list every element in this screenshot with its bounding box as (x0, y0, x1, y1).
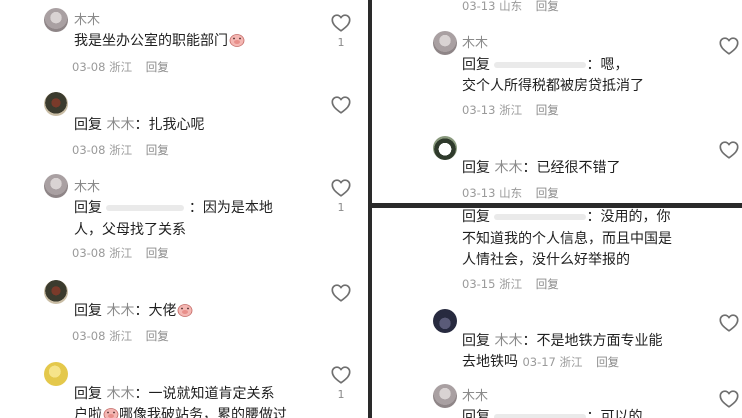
comment-text: 回复 ：没用的，你 (462, 209, 671, 225)
comment-text: 回复 木木：扎我心呢 (74, 117, 205, 133)
heart-icon[interactable] (718, 312, 740, 334)
blush-emoji-icon (177, 303, 193, 317)
redacted-username (106, 205, 185, 211)
avatar[interactable] (433, 31, 457, 55)
username[interactable]: 木木 (74, 9, 100, 28)
date: 03-17 (522, 355, 556, 369)
comment-text: 我是坐办公室的职能部门 (74, 30, 245, 52)
reply-button[interactable]: 回复 (536, 0, 559, 13)
avatar[interactable] (44, 280, 68, 304)
heart-icon[interactable] (330, 177, 352, 199)
heart-icon[interactable] (718, 388, 740, 410)
avatar[interactable] (44, 92, 68, 116)
comment-text: 回复 ：因为是本地 (74, 200, 273, 216)
date: 03-13 (462, 103, 496, 117)
avatar[interactable] (44, 8, 68, 32)
redacted-username (494, 62, 587, 68)
location: 浙江 (499, 277, 523, 291)
like-count: 1 (337, 388, 345, 401)
username[interactable]: 木木 (74, 176, 100, 195)
comment-meta: 03-08 浙江 回复 (72, 59, 169, 75)
reply-button[interactable]: 回复 (146, 60, 169, 74)
comment-meta: 03-08 浙江 回复 (72, 142, 169, 158)
comment-text: 回复 木木：大佬 (74, 300, 193, 322)
reply-button[interactable]: 回复 (146, 246, 169, 260)
heart-icon[interactable] (330, 364, 352, 386)
heart-icon[interactable] (330, 12, 352, 34)
location: 山东 (499, 0, 523, 13)
blush-emoji-icon (229, 33, 245, 47)
heart-icon[interactable] (718, 139, 740, 161)
date: 03-08 (72, 246, 106, 260)
comment-meta: 03-13 浙江 回复 (462, 102, 559, 118)
comment-text: 回复 ：可以的 (462, 409, 643, 418)
reply-button[interactable]: 回复 (536, 186, 559, 200)
reply-to-user[interactable]: 木木 (106, 303, 134, 319)
location: 浙江 (109, 246, 133, 260)
avatar[interactable] (44, 174, 68, 198)
comment-meta: 03-08 浙江 回复 (72, 245, 169, 261)
location: 山东 (499, 186, 523, 200)
location: 浙江 (499, 103, 523, 117)
comment-text-line: 人情社会，没什么好举报的 (462, 252, 630, 268)
like-count: 1 (337, 36, 345, 49)
comment-text: 回复 木木：一说就知道肯定关系 (74, 386, 275, 402)
heart-icon[interactable] (330, 282, 352, 304)
comment-meta: 03-15 浙江 回复 (462, 276, 559, 292)
comment-text: 回复 木木：已经很不错了 (462, 160, 621, 176)
blush-emoji-icon (103, 407, 119, 418)
reply-button[interactable]: 回复 (536, 103, 559, 117)
comment-text: 回复 木木：不是地铁方面专业能 (462, 333, 663, 349)
comment-text-line: 户啦 哪像我破站务，累的腰做过 (74, 404, 287, 418)
comment-meta: 03-17 浙江 回复 (522, 355, 619, 369)
avatar[interactable] (44, 362, 68, 386)
reply-to-user[interactable]: 木木 (106, 117, 134, 133)
location: 浙江 (109, 329, 133, 343)
date: 03-08 (72, 143, 106, 157)
date: 03-13 (462, 0, 496, 13)
comment-meta: 03-08 浙江 回复 (72, 328, 169, 344)
reply-button[interactable]: 回复 (596, 355, 619, 369)
avatar[interactable] (433, 384, 457, 408)
right-bottom-comment-panel: 回复 ：没用的，你 不知道我的个人信息，而且中国是 人情社会，没什么好举报的 0… (372, 208, 742, 418)
comment-text-line: 不知道我的个人信息，而且中国是 (462, 231, 672, 247)
reply-button[interactable]: 回复 (146, 329, 169, 343)
reply-to-user[interactable]: 木木 (494, 333, 522, 349)
comment-text: 回复 ：嗯， (462, 57, 629, 73)
heart-icon[interactable] (330, 94, 352, 116)
date: 03-13 (462, 186, 496, 200)
left-comment-panel: 木木 我是坐办公室的职能部门 03-08 浙江 回复 1 回复 木木：扎我心呢 … (0, 0, 368, 418)
comment-meta: 03-13 山东 回复 (462, 0, 559, 14)
comment-meta: 03-13 山东 回复 (462, 185, 559, 201)
date: 03-15 (462, 277, 496, 291)
right-top-comment-panel: 03-13 山东 回复 木木 回复 ：嗯， 交个人所得税都被房贷抵消了 03-1… (372, 0, 742, 203)
reply-button[interactable]: 回复 (146, 143, 169, 157)
redacted-username (494, 414, 587, 418)
redacted-username (494, 214, 587, 220)
location: 浙江 (559, 355, 583, 369)
date: 03-08 (72, 60, 106, 74)
heart-icon[interactable] (718, 35, 740, 57)
avatar[interactable] (433, 309, 457, 333)
comment-text-line: 人，父母找了关系 (74, 222, 186, 238)
reply-button[interactable]: 回复 (536, 277, 559, 291)
date: 03-08 (72, 329, 106, 343)
reply-to-user[interactable]: 木木 (106, 386, 134, 402)
avatar[interactable] (433, 136, 457, 160)
username[interactable]: 木木 (462, 385, 488, 404)
reply-to-user[interactable]: 木木 (494, 160, 522, 176)
username[interactable]: 木木 (462, 32, 488, 51)
like-count: 1 (337, 201, 345, 214)
location: 浙江 (109, 60, 133, 74)
location: 浙江 (109, 143, 133, 157)
comment-text-line: 交个人所得税都被房贷抵消了 (462, 78, 644, 94)
comment-text-line: 去地铁吗 03-17 浙江 回复 (462, 354, 620, 370)
